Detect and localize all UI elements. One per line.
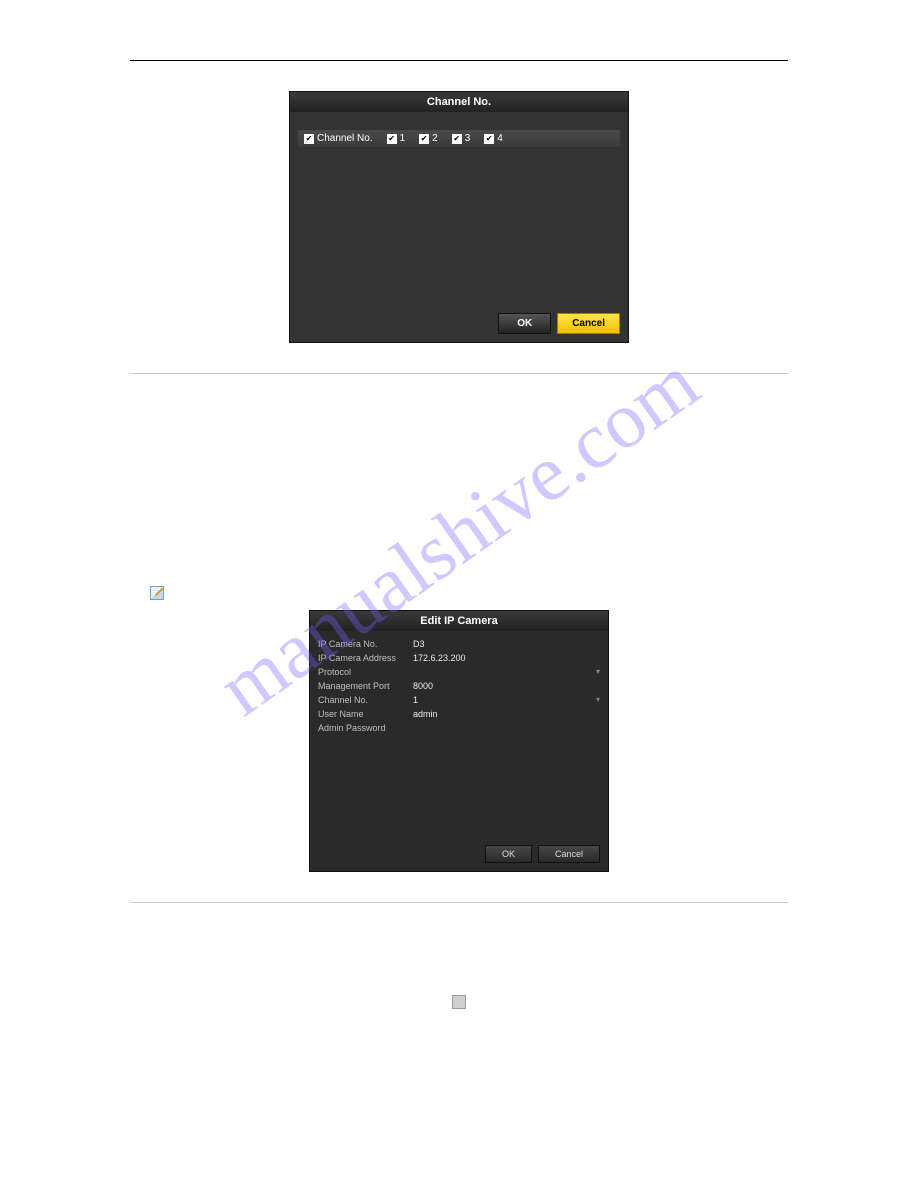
dialog2-buttons: OK Cancel <box>485 845 600 863</box>
dialog1-buttons: OK Cancel <box>498 313 620 334</box>
top-rule <box>130 60 788 61</box>
check-icon: ✔ <box>419 134 429 144</box>
opt-label: 2 <box>432 133 438 144</box>
channel-header-label: Channel No. <box>317 133 373 144</box>
edit-ip-camera-dialog: Edit IP Camera IP Camera No. D3 IP Camer… <box>309 610 609 872</box>
check-icon: ✔ <box>387 134 397 144</box>
dialog2-body: IP Camera No. D3 IP Camera Address 172.6… <box>310 631 608 871</box>
ok-button[interactable]: OK <box>485 845 532 863</box>
opt-label: 4 <box>497 133 503 144</box>
edit-icon <box>150 586 164 600</box>
label-address: IP Camera Address <box>318 653 413 663</box>
divider-1 <box>130 373 788 374</box>
row-protocol: Protocol ▾ <box>318 665 600 679</box>
value-channel-no[interactable]: 1 ▾ <box>413 695 600 705</box>
label-channel-no: Channel No. <box>318 695 413 705</box>
dialog2-title: Edit IP Camera <box>310 611 608 631</box>
cancel-button[interactable]: Cancel <box>538 845 600 863</box>
label-username: User Name <box>318 709 413 719</box>
value-protocol[interactable]: ▾ <box>413 667 600 677</box>
row-password: Admin Password <box>318 721 600 735</box>
ok-button[interactable]: OK <box>498 313 551 334</box>
row-port: Management Port 8000 <box>318 679 600 693</box>
value-password[interactable] <box>413 723 600 733</box>
label-port: Management Port <box>318 681 413 691</box>
chevron-down-icon: ▾ <box>596 695 600 705</box>
checkbox-1[interactable]: ✔ 1 <box>387 133 406 144</box>
opt-label: 3 <box>465 133 471 144</box>
channel-value: 1 <box>413 695 418 705</box>
checkbox-2[interactable]: ✔ 2 <box>419 133 438 144</box>
chevron-down-icon: ▾ <box>596 667 600 677</box>
label-protocol: Protocol <box>318 667 413 677</box>
label-password: Admin Password <box>318 723 413 733</box>
value-username[interactable]: admin <box>413 709 600 719</box>
row-address: IP Camera Address 172.6.23.200 <box>318 651 600 665</box>
dialog1-title: Channel No. <box>290 92 628 112</box>
opt-label: 1 <box>400 133 406 144</box>
value-camera-no[interactable]: D3 <box>413 639 600 649</box>
checkbox-3[interactable]: ✔ 3 <box>452 133 471 144</box>
check-icon: ✔ <box>452 134 462 144</box>
row-channel-no: Channel No. 1 ▾ <box>318 693 600 707</box>
divider-2 <box>130 902 788 903</box>
check-icon: ✔ <box>484 134 494 144</box>
dialog1-body: ✔ Channel No. ✔ 1 ✔ 2 ✔ 3 ✔ 4 <box>290 112 628 342</box>
cancel-button[interactable]: Cancel <box>557 313 620 334</box>
checkbox-4[interactable]: ✔ 4 <box>484 133 503 144</box>
channel-no-dialog: Channel No. ✔ Channel No. ✔ 1 ✔ 2 ✔ 3 <box>289 91 629 343</box>
channel-row: ✔ Channel No. ✔ 1 ✔ 2 ✔ 3 ✔ 4 <box>298 130 620 147</box>
checkbox-channel-no[interactable]: ✔ Channel No. <box>304 133 373 144</box>
value-port[interactable]: 8000 <box>413 681 600 691</box>
check-icon: ✔ <box>304 134 314 144</box>
advanced-set-icon <box>452 995 466 1009</box>
row-username: User Name admin <box>318 707 600 721</box>
row-camera-no: IP Camera No. D3 <box>318 637 600 651</box>
value-address[interactable]: 172.6.23.200 <box>413 653 600 663</box>
label-camera-no: IP Camera No. <box>318 639 413 649</box>
